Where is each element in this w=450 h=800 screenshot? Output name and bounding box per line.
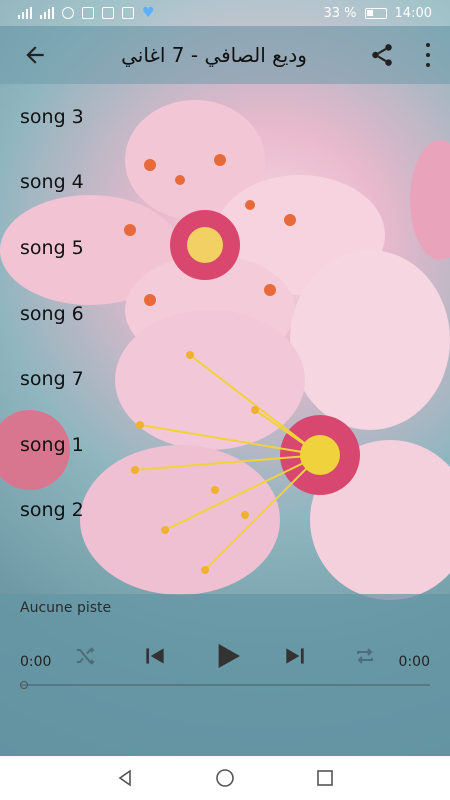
share-button[interactable]	[358, 26, 406, 84]
battery-icon	[364, 7, 387, 19]
list-item[interactable]: song 1	[0, 412, 450, 478]
seek-thumb[interactable]	[20, 681, 28, 689]
song-label: song 2	[20, 499, 84, 522]
status-bar: ♥ 33 % 14:00	[0, 0, 450, 26]
arrow-left-icon	[26, 46, 44, 64]
nav-back-button[interactable]	[110, 763, 140, 793]
nav-recents-icon	[317, 770, 333, 786]
signal-2-icon	[40, 7, 54, 19]
player-controls	[0, 628, 450, 684]
track-label: Aucune piste	[20, 600, 112, 616]
lock-icon	[102, 7, 114, 19]
shuffle-button[interactable]	[70, 628, 100, 684]
skip-next-icon	[286, 648, 304, 664]
app-bar: وديع الصافي - 7 اغاني	[0, 26, 450, 84]
elapsed-time: 0:00	[20, 654, 52, 670]
signal-icon	[18, 7, 32, 19]
next-button[interactable]	[280, 628, 310, 684]
list-item[interactable]: song 5	[0, 215, 450, 281]
heart-icon: ♥	[142, 5, 155, 21]
song-label: song 7	[20, 368, 84, 391]
nav-home-icon	[216, 769, 234, 787]
list-item[interactable]: song 4	[0, 150, 450, 216]
list-item[interactable]: song 2	[0, 478, 450, 544]
nav-back-icon	[118, 769, 131, 787]
more-vertical-icon	[426, 40, 430, 70]
play-button[interactable]	[210, 628, 246, 684]
nav-home-button[interactable]	[210, 763, 240, 793]
clock: 14:00	[394, 5, 432, 21]
seek-bar[interactable]	[20, 681, 430, 689]
back-button[interactable]	[0, 26, 70, 84]
message-icon	[122, 7, 134, 19]
repeat-button[interactable]	[350, 628, 380, 684]
list-item[interactable]: song 3	[0, 84, 450, 150]
facebook-icon	[82, 7, 94, 19]
repeat-icon	[357, 648, 373, 664]
system-nav-bar	[0, 756, 450, 800]
shuffle-icon	[77, 647, 95, 665]
song-label: song 6	[20, 302, 84, 325]
song-list: song 3 song 4 song 5 song 6 song 7 song …	[0, 84, 450, 594]
share-icon	[372, 44, 392, 66]
nav-recents-button[interactable]	[310, 763, 340, 793]
song-label: song 1	[20, 433, 84, 456]
player-panel: Aucune piste 0:00 0:00	[0, 594, 450, 756]
page-title: وديع الصافي - 7 اغاني	[121, 43, 307, 67]
skip-previous-icon	[146, 648, 164, 664]
list-item[interactable]: song 6	[0, 281, 450, 347]
previous-button[interactable]	[140, 628, 170, 684]
song-label: song 4	[20, 171, 84, 194]
list-item[interactable]: song 7	[0, 346, 450, 412]
whatsapp-icon	[62, 7, 74, 19]
overflow-menu-button[interactable]	[406, 26, 450, 84]
battery-percent: 33 %	[323, 5, 357, 21]
duration-time: 0:00	[398, 654, 430, 670]
play-icon	[218, 644, 240, 668]
song-label: song 3	[20, 105, 84, 128]
song-label: song 5	[20, 236, 84, 259]
